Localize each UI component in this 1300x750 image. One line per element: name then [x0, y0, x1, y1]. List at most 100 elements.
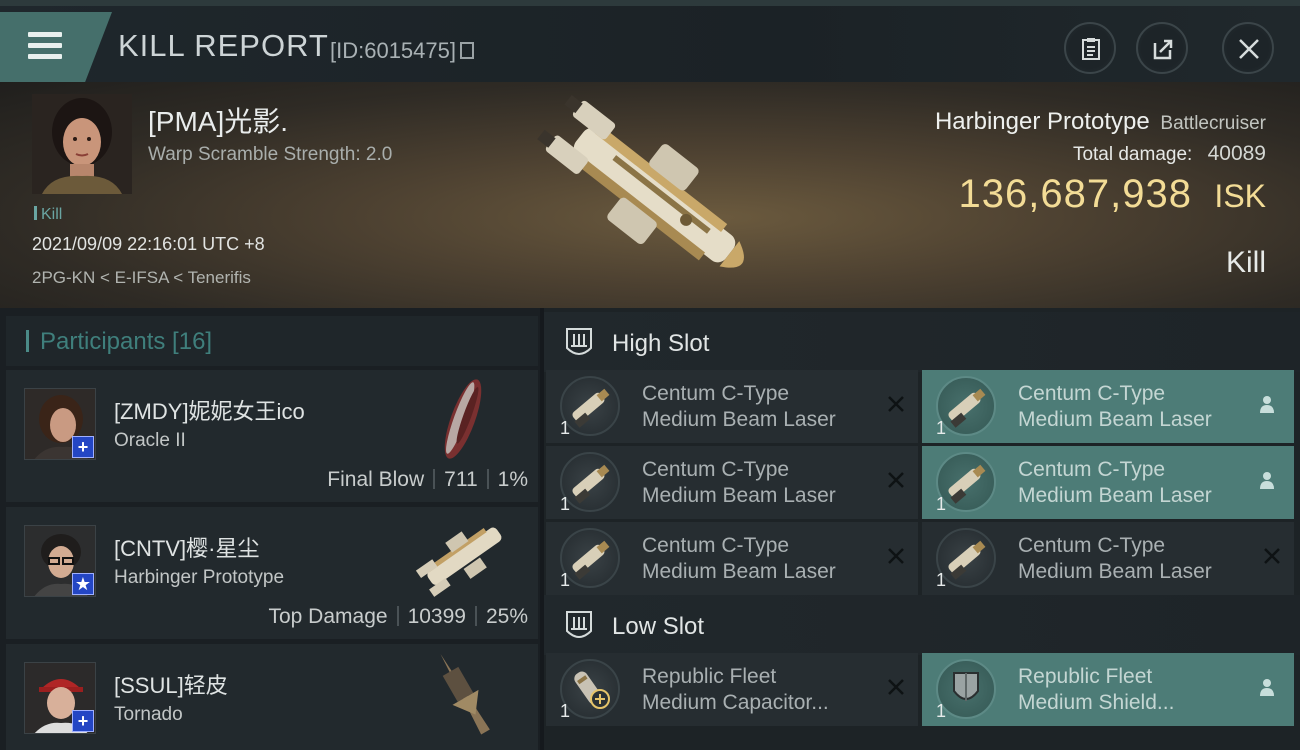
- menu-button[interactable]: [0, 12, 112, 82]
- module-quantity: 1: [560, 570, 571, 590]
- high-slot-header: High Slot: [544, 312, 1300, 372]
- module-slot[interactable]: 1 Centum C-Type Medium Beam Laser: [546, 522, 918, 595]
- destroyed-icon: [888, 472, 904, 488]
- close-button[interactable]: [1222, 22, 1274, 74]
- module-name-line2: Medium Beam Laser: [1018, 560, 1212, 583]
- participant-ship-image: [415, 527, 502, 597]
- participant-card[interactable]: ★ [CNTV]樱·星尘 Harbinger Prototype Top Dam…: [6, 507, 538, 639]
- person-icon: [1260, 679, 1274, 696]
- module-quantity: 1: [936, 570, 947, 590]
- destroyed-icon: [1264, 548, 1280, 564]
- isk-value-line: 136,687,938 ISK: [959, 172, 1266, 217]
- destroyed-icon: [888, 396, 904, 412]
- module-slot[interactable]: 1 Republic Fleet Medium Capacitor...: [546, 653, 918, 726]
- clipboard-icon: [1082, 38, 1100, 60]
- participants-header: Participants [16]: [6, 316, 538, 366]
- share-icon: [1153, 39, 1173, 60]
- module-slot[interactable]: 1 Centum C-Type Medium Beam Laser: [922, 522, 1294, 595]
- participant-stat-label: Final Blow: [327, 468, 425, 491]
- kill-datetime: 2021/09/09 22:16:01 UTC +8: [32, 234, 265, 254]
- kill-location[interactable]: 2PG-KN < E-IFSA < Tenerifis: [32, 268, 251, 288]
- participants-panel: Participants [16] + [ZMDY]妮妮女王ico Oracle…: [0, 308, 540, 750]
- module-name-line2: Medium Beam Laser: [1018, 408, 1212, 431]
- module-name-line1: Centum C-Type: [642, 458, 790, 481]
- participant-percent: 1%: [497, 468, 528, 491]
- participant-name[interactable]: [CNTV]樱·星尘: [114, 531, 259, 563]
- high-slot-icon: [566, 328, 592, 355]
- participant-badge: ★: [72, 573, 94, 595]
- warp-scramble-text: Warp Scramble Strength: 2.0: [148, 144, 393, 165]
- kill-result: Kill: [1225, 246, 1266, 279]
- divider: [474, 606, 477, 626]
- avatar-image: [32, 94, 132, 194]
- isk-value: 136,687,938: [958, 172, 1192, 216]
- header-accent: [26, 330, 29, 352]
- module-quantity: 1: [936, 418, 947, 438]
- module-quantity: 1: [560, 701, 571, 721]
- page-title: KILL REPORT: [118, 28, 329, 63]
- participant-badge: +: [72, 436, 94, 458]
- participant-percent: 25%: [485, 605, 528, 628]
- close-icon: [1239, 39, 1259, 59]
- victim-ship-class: Battlecruiser: [1160, 113, 1266, 134]
- destroyed-icon: [888, 548, 904, 564]
- person-icon: [1260, 472, 1274, 489]
- victim-ship-image[interactable]: [520, 88, 780, 298]
- module-name-line1: Centum C-Type: [1018, 382, 1166, 405]
- victim-ship-name[interactable]: Harbinger Prototype: [935, 108, 1150, 135]
- victim-avatar[interactable]: [32, 94, 132, 194]
- module-slot[interactable]: 1 Centum C-Type Medium Beam Laser: [922, 370, 1294, 443]
- high-slot-title: High Slot: [612, 330, 710, 357]
- module-name-line2: Medium Beam Laser: [1018, 484, 1212, 507]
- module-name-line2: Medium Shield...: [1018, 691, 1175, 714]
- victim-ship-line: Harbinger Prototype Battlecruiser: [935, 108, 1266, 136]
- participant-ship: Harbinger Prototype: [114, 567, 285, 588]
- module-name-line1: Centum C-Type: [1018, 458, 1166, 481]
- participant-name[interactable]: [SSUL]轻皮: [114, 668, 228, 700]
- participant-ship-image: [444, 379, 482, 459]
- participant-card[interactable]: + [ZMDY]妮妮女王ico Oracle II Final Blow 711 1…: [6, 370, 538, 502]
- victim-name[interactable]: [PMA]光影.: [148, 100, 288, 140]
- module-name-line2: Medium Beam Laser: [642, 560, 836, 583]
- module-slot[interactable]: 1 Centum C-Type Medium Beam Laser: [922, 446, 1294, 519]
- divider: [486, 469, 489, 489]
- participant-card[interactable]: + [SSUL]轻皮 Tornado: [6, 644, 538, 750]
- kill-banner: [PMA]光影. Warp Scramble Strength: 2.0 Kil…: [0, 82, 1300, 308]
- total-damage-value: 40089: [1207, 142, 1266, 165]
- module-name-line1: Republic Fleet: [1018, 665, 1153, 688]
- module-name-line2: Medium Capacitor...: [642, 691, 829, 714]
- copy-icon[interactable]: [459, 42, 474, 59]
- total-damage-label: Total damage:: [1072, 144, 1193, 165]
- participant-stats: Final Blow 711 1%: [327, 468, 528, 492]
- module-name-line1: Republic Fleet: [642, 665, 777, 688]
- participant-ship: Tornado: [114, 704, 183, 725]
- participant-stats: Top Damage 10399 25%: [268, 605, 528, 629]
- divider: [396, 606, 399, 626]
- divider: [433, 469, 436, 489]
- participant-stat-label: Top Damage: [268, 605, 388, 628]
- module-name-line2: Medium Beam Laser: [642, 484, 836, 507]
- module-quantity: 1: [936, 701, 947, 721]
- clipboard-button[interactable]: [1064, 22, 1116, 74]
- kill-tag: Kill: [34, 206, 62, 224]
- module-quantity: 1: [560, 418, 571, 438]
- module-quantity: 1: [936, 494, 947, 514]
- participants-title: Participants [16]: [40, 328, 213, 355]
- header-bar: KILL REPORT [ID:6015475]: [0, 0, 1300, 82]
- module-name-line1: Centum C-Type: [1018, 534, 1166, 557]
- participant-damage: 711: [444, 468, 478, 491]
- destroyed-icon: [888, 679, 904, 695]
- participant-ship: Oracle II: [114, 430, 186, 451]
- person-icon: [1260, 396, 1274, 413]
- report-id[interactable]: [ID:6015475]: [330, 38, 474, 64]
- low-slot-icon: [566, 611, 592, 638]
- participant-name[interactable]: [ZMDY]妮妮女王ico: [114, 394, 305, 426]
- fitting-panel: High Slot 1 Centum C-Type Medium Beam La…: [544, 308, 1300, 750]
- module-slot[interactable]: 1 Centum C-Type Medium Beam Laser: [546, 446, 918, 519]
- module-slot[interactable]: 1 Centum C-Type Medium Beam Laser: [546, 370, 918, 443]
- module-name-line1: Centum C-Type: [642, 534, 790, 557]
- participant-ship-image: [440, 654, 490, 735]
- export-button[interactable]: [1136, 22, 1188, 74]
- module-name-line1: Centum C-Type: [642, 382, 790, 405]
- module-slot[interactable]: 1 Republic Fleet Medium Shield...: [922, 653, 1294, 726]
